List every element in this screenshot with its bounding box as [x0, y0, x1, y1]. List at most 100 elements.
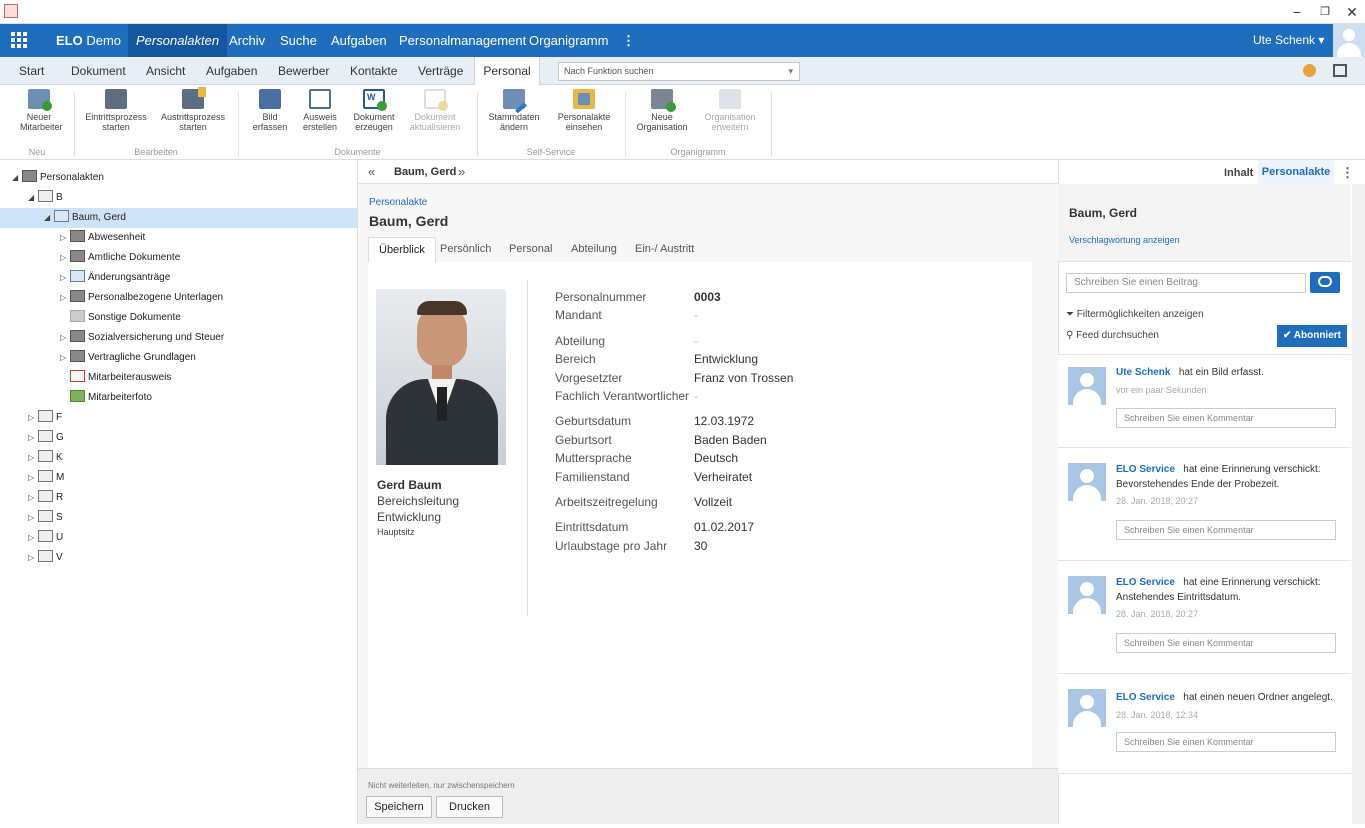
entry-process-button[interactable]: Eintrittsprozess starten — [84, 89, 148, 132]
collapsed-icon: ▷ — [28, 553, 35, 562]
tab-abteilung[interactable]: Abteilung — [561, 237, 627, 262]
more-options-icon[interactable]: ⋮ — [1341, 165, 1354, 181]
subscribed-button[interactable]: ✔ Abonniert — [1277, 325, 1347, 347]
fullscreen-icon[interactable] — [1333, 64, 1347, 77]
tab-ansicht[interactable]: Ansicht — [139, 57, 192, 85]
edit-master-data-button[interactable]: Stammdaten ändern — [486, 89, 542, 132]
tree-node-abwesenheit[interactable]: ▷ Abwesenheit — [0, 228, 357, 248]
feed-search[interactable]: ⚲ Feed durchsuchen — [1066, 330, 1159, 341]
tree-node-u[interactable]: ▷ U — [0, 528, 357, 548]
tree-node-baum-gerd[interactable]: ◢ Baum, Gerd — [0, 208, 357, 228]
tree-node-personalbezogene-unterlagen[interactable]: ▷ Personalbezogene Unterlagen — [0, 288, 357, 308]
group-label-self-service: Self-Service — [526, 147, 576, 157]
nav-archiv[interactable]: Archiv — [221, 24, 273, 57]
nav-aufgaben[interactable]: Aufgaben — [323, 24, 395, 57]
tree-node-f[interactable]: ▷ F — [0, 408, 357, 428]
id-card-button[interactable]: Ausweis erstellen — [300, 89, 340, 132]
tree-node-r[interactable]: ▷ R — [0, 488, 357, 508]
minimize-button[interactable]: − — [1282, 2, 1312, 22]
field-label: Muttersprache — [555, 451, 632, 465]
filter-toggle[interactable]: ⏷ Filtermöglichkeiten anzeigen — [1066, 309, 1204, 320]
collapsed-icon: ▷ — [60, 353, 67, 362]
print-button[interactable]: Drucken — [436, 796, 503, 818]
new-organisation-button[interactable]: Neue Organisation — [634, 89, 690, 132]
field-value: - — [694, 334, 698, 348]
forward-icon[interactable]: » — [458, 164, 465, 179]
tab-dokument[interactable]: Dokument — [64, 57, 133, 85]
tab-inhalt[interactable]: Inhalt — [1224, 167, 1253, 179]
tree-node-b[interactable]: ◢ B — [0, 188, 357, 208]
close-button[interactable]: ✕ — [1337, 2, 1365, 22]
form-footer: Nicht weiterleiten, nur zwischenspeicher… — [358, 768, 1058, 824]
tab-personal[interactable]: Personal — [474, 57, 540, 86]
tab-kontakte[interactable]: Kontakte — [343, 57, 404, 85]
tab-personal[interactable]: Personal — [499, 237, 562, 262]
tab-start[interactable]: Start — [12, 57, 51, 85]
tree-node-g[interactable]: ▷ G — [0, 428, 357, 448]
tree-node-k[interactable]: ▷ K — [0, 448, 357, 468]
tree-node-m[interactable]: ▷ M — [0, 468, 357, 488]
comment-input[interactable]: Schreiben Sie einen Kommentar — [1116, 408, 1336, 428]
tree-node-v[interactable]: ▷ V — [0, 548, 357, 568]
tab-ueberblick[interactable]: Überblick — [368, 237, 436, 262]
feed-entry-text: ELO Service hat eine Erinnerung verschic… — [1116, 464, 1321, 475]
comment-input[interactable]: Schreiben Sie einen Kommentar — [1116, 633, 1336, 653]
scrollbar[interactable] — [1352, 184, 1365, 824]
feed-entry-time: vor ein paar Sekunden — [1116, 385, 1207, 395]
show-keywords-link[interactable]: Verschlagwortung anzeigen — [1069, 235, 1180, 245]
new-employee-button[interactable]: Neuer Mitarbeiter — [20, 89, 63, 132]
tree-node-personalakten[interactable]: ◢ Personalakten — [0, 168, 357, 188]
tree-node-mitarbeiterfoto[interactable]: Mitarbeiterfoto — [0, 388, 357, 408]
tab-aufgaben[interactable]: Aufgaben — [199, 57, 264, 85]
folder-icon — [38, 550, 53, 562]
tree-node-mitarbeiterausweis[interactable]: Mitarbeiterausweis — [0, 368, 357, 388]
function-search-input[interactable]: Nach Funktion suchen ▾ — [558, 62, 800, 81]
folder-icon — [38, 490, 53, 502]
main-navbar: ELO Demo Personalakten Archiv Suche Aufg… — [0, 24, 1365, 57]
person-folder-icon — [54, 210, 69, 222]
app-grid-icon[interactable] — [11, 32, 27, 48]
settings-icon[interactable] — [1303, 64, 1316, 77]
comment-input[interactable]: Schreiben Sie einen Kommentar — [1116, 732, 1336, 752]
tab-bewerber[interactable]: Bewerber — [271, 57, 336, 85]
capture-image-button[interactable]: Bild erfassen — [250, 89, 290, 132]
create-document-button[interactable]: W Dokument erzeugen — [353, 89, 395, 132]
user-menu[interactable]: Ute Schenk ▾ — [1245, 24, 1332, 57]
update-document-button[interactable]: Dokument aktualisieren — [405, 89, 465, 132]
tree-node-vertragliche-grundlagen[interactable]: ▷ Vertragliche Grundlagen — [0, 348, 357, 368]
nav-suche[interactable]: Suche — [272, 24, 325, 57]
tree-node-s[interactable]: ▷ S — [0, 508, 357, 528]
tab-personalakte[interactable]: Personalakte — [1258, 160, 1334, 184]
exit-process-button[interactable]: Austrittsprozess starten — [160, 87, 226, 132]
post-button[interactable] — [1310, 272, 1340, 293]
feed-entry-text: ELO Service hat eine Erinnerung verschic… — [1116, 577, 1321, 588]
entry-process-icon — [105, 89, 127, 109]
extend-organisation-button[interactable]: Organisation erweitern — [700, 89, 760, 132]
tab-persoenlich[interactable]: Persönlich — [430, 237, 501, 262]
post-input[interactable]: Schreiben Sie einen Beitrag — [1066, 273, 1306, 293]
nav-personalmanagement[interactable]: Personalmanagement — [391, 24, 534, 57]
tree-node-sonstige-dokumente[interactable]: Sonstige Dokumente — [0, 308, 357, 328]
nav-more-icon[interactable]: ⋮ — [614, 24, 643, 57]
avatar — [1068, 463, 1106, 501]
feed-entry-time: 28. Jan. 2018, 20:27 — [1116, 609, 1199, 619]
tree-node-sozialversicherung[interactable]: ▷ Sozialversicherung und Steuer — [0, 328, 357, 348]
nav-personalakten[interactable]: Personalakten — [128, 24, 228, 57]
field-label: Mandant — [555, 308, 602, 322]
user-avatar[interactable] — [1333, 24, 1365, 57]
back-icon[interactable]: « — [368, 164, 375, 179]
folder-icon — [38, 430, 53, 442]
edit-master-data-icon — [503, 89, 527, 114]
save-button[interactable]: Speichern — [366, 796, 432, 818]
field-label: Geburtsort — [555, 433, 612, 447]
view-personnel-file-button[interactable]: Personalakte einsehen — [554, 89, 614, 132]
comment-input[interactable]: Schreiben Sie einen Kommentar — [1116, 520, 1336, 540]
nav-organigramm[interactable]: Organigramm — [521, 24, 616, 57]
folder-icon — [70, 290, 85, 302]
tree-node-aenderungsantraege[interactable]: ▷ Änderungsanträge — [0, 268, 357, 288]
tab-vertraege[interactable]: Verträge — [411, 57, 470, 85]
tree-node-amtliche-dokumente[interactable]: ▷ Amtliche Dokumente — [0, 248, 357, 268]
restore-button[interactable]: ❐ — [1310, 2, 1340, 22]
field-label: Familienstand — [555, 470, 630, 484]
tab-ein-austritt[interactable]: Ein-/ Austritt — [625, 237, 704, 262]
